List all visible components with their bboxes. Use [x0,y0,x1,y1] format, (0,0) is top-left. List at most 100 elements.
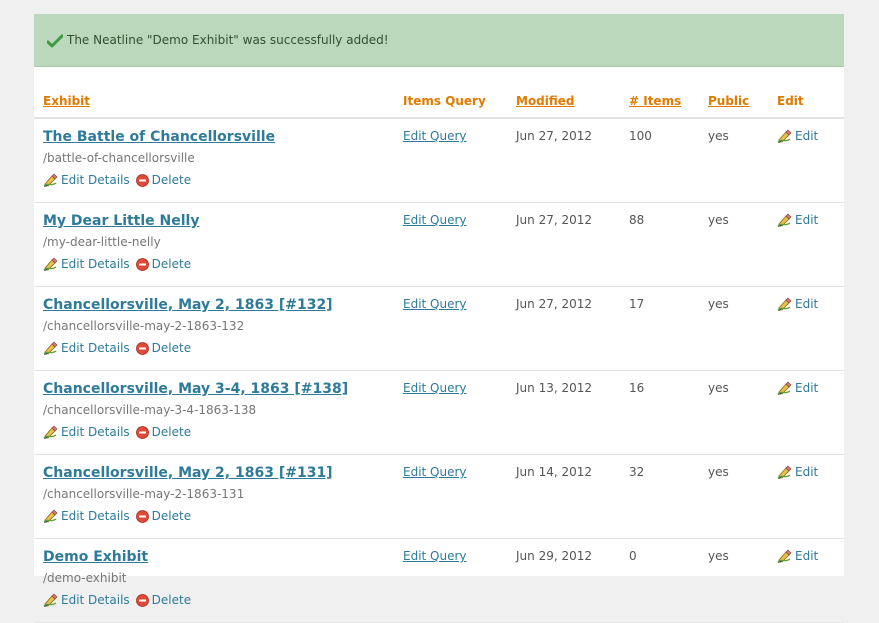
edit-action[interactable]: Edit [777,296,844,312]
edit-cell: Edit [768,370,844,455]
delete-link[interactable]: Delete [152,172,191,188]
edit-link[interactable]: Edit [795,296,818,312]
table-row: Demo Exhibit /demo-exhibit Edit Details [34,538,844,623]
row-actions: Edit Details Delete [43,172,394,188]
edit-details-link[interactable]: Edit Details [61,592,130,608]
delete-icon [135,257,149,271]
edit-action[interactable]: Edit [777,464,844,480]
flash-text: The Neatline "Demo Exhibit" was successf… [67,33,389,47]
modified-cell: Jun 13, 2012 [507,370,620,455]
table-header-row: Exhibit Items Query Modified # Items Pub… [34,87,844,119]
pencil-icon [777,381,793,395]
delete-action[interactable]: Delete [135,592,191,608]
exhibit-title-link[interactable]: My Dear Little Nelly [43,212,394,230]
exhibit-title-link[interactable]: Chancellorsville, May 2, 1863 [#131] [43,464,394,482]
exhibit-cell: My Dear Little Nelly /my-dear-little-nel… [34,202,394,287]
exhibit-slug: /chancellorsville-may-3-4-1863-138 [43,403,257,417]
delete-icon [135,593,149,607]
edit-details-link[interactable]: Edit Details [61,508,130,524]
modified-date: Jun 14, 2012 [516,465,593,479]
public-cell: yes [699,118,768,203]
delete-link[interactable]: Delete [152,424,191,440]
edit-action[interactable]: Edit [777,548,844,564]
items-count-cell: 17 [620,286,699,371]
exhibit-title-link[interactable]: Demo Exhibit [43,548,394,566]
pencil-icon [777,213,793,227]
delete-action[interactable]: Delete [135,424,191,440]
edit-query-link[interactable]: Edit Query [403,381,467,395]
items-count: 32 [629,465,645,479]
pencil-icon [777,129,793,143]
delete-link[interactable]: Delete [152,592,191,608]
edit-action[interactable]: Edit [777,212,844,228]
delete-icon [135,341,149,355]
edit-details-link[interactable]: Edit Details [61,172,130,188]
exhibit-cell: Chancellorsville, May 2, 1863 [#131] /ch… [34,454,394,539]
modified-cell: Jun 27, 2012 [507,118,620,203]
items-count: 100 [629,129,652,143]
edit-cell: Edit [768,454,844,539]
edit-link[interactable]: Edit [795,128,818,144]
edit-details-link[interactable]: Edit Details [61,424,130,440]
edit-cell: Edit [768,118,844,203]
edit-query-link[interactable]: Edit Query [403,549,467,563]
column-header-modified[interactable]: Modified [507,87,620,119]
delete-link[interactable]: Delete [152,256,191,272]
exhibit-slug: /my-dear-little-nelly [43,235,161,249]
table-row: The Battle of Chancellorsville /battle-o… [34,118,844,203]
delete-link[interactable]: Delete [152,340,191,356]
delete-action[interactable]: Delete [135,508,191,524]
modified-date: Jun 27, 2012 [516,129,593,143]
exhibit-title-link[interactable]: Chancellorsville, May 2, 1863 [#132] [43,296,394,314]
edit-action[interactable]: Edit [777,128,844,144]
edit-link[interactable]: Edit [795,380,818,396]
row-actions: Edit Details Delete [43,592,394,608]
row-actions: Edit Details Delete [43,256,394,272]
exhibits-table: Exhibit Items Query Modified # Items Pub… [34,87,844,623]
public-status: yes [708,549,729,563]
items-count: 16 [629,381,645,395]
delete-icon [135,425,149,439]
public-status: yes [708,129,729,143]
items-query-cell: Edit Query [394,454,507,539]
pencil-icon [777,465,793,479]
column-header-items[interactable]: # Items [620,87,699,119]
edit-cell: Edit [768,286,844,371]
edit-query-link[interactable]: Edit Query [403,465,467,479]
exhibit-title-link[interactable]: The Battle of Chancellorsville [43,128,394,146]
exhibit-title-link[interactable]: Chancellorsville, May 3-4, 1863 [#138] [43,380,394,398]
pencil-icon [777,549,793,563]
items-count-cell: 0 [620,538,699,623]
public-cell: yes [699,202,768,287]
delete-link[interactable]: Delete [152,508,191,524]
delete-action[interactable]: Delete [135,256,191,272]
delete-action[interactable]: Delete [135,340,191,356]
edit-details-link[interactable]: Edit Details [61,340,130,356]
pencil-icon [43,509,59,523]
pencil-icon [43,173,59,187]
edit-link[interactable]: Edit [795,212,818,228]
edit-link[interactable]: Edit [795,548,818,564]
edit-query-link[interactable]: Edit Query [403,213,467,227]
edit-details-link[interactable]: Edit Details [61,256,130,272]
edit-action[interactable]: Edit [777,380,844,396]
public-cell: yes [699,538,768,623]
column-header-exhibit[interactable]: Exhibit [34,87,394,119]
public-status: yes [708,381,729,395]
column-header-edit: Edit [768,87,844,119]
delete-action[interactable]: Delete [135,172,191,188]
exhibit-cell: The Battle of Chancellorsville /battle-o… [34,118,394,203]
modified-date: Jun 29, 2012 [516,549,593,563]
content-panel: The Neatline "Demo Exhibit" was successf… [34,14,844,623]
modified-cell: Jun 14, 2012 [507,454,620,539]
edit-query-link[interactable]: Edit Query [403,129,467,143]
public-cell: yes [699,286,768,371]
edit-link[interactable]: Edit [795,464,818,480]
edit-query-link[interactable]: Edit Query [403,297,467,311]
pencil-icon [43,593,59,607]
row-actions: Edit Details Delete [43,340,394,356]
public-status: yes [708,213,729,227]
modified-cell: Jun 27, 2012 [507,286,620,371]
modified-cell: Jun 27, 2012 [507,202,620,287]
column-header-public[interactable]: Public [699,87,768,119]
